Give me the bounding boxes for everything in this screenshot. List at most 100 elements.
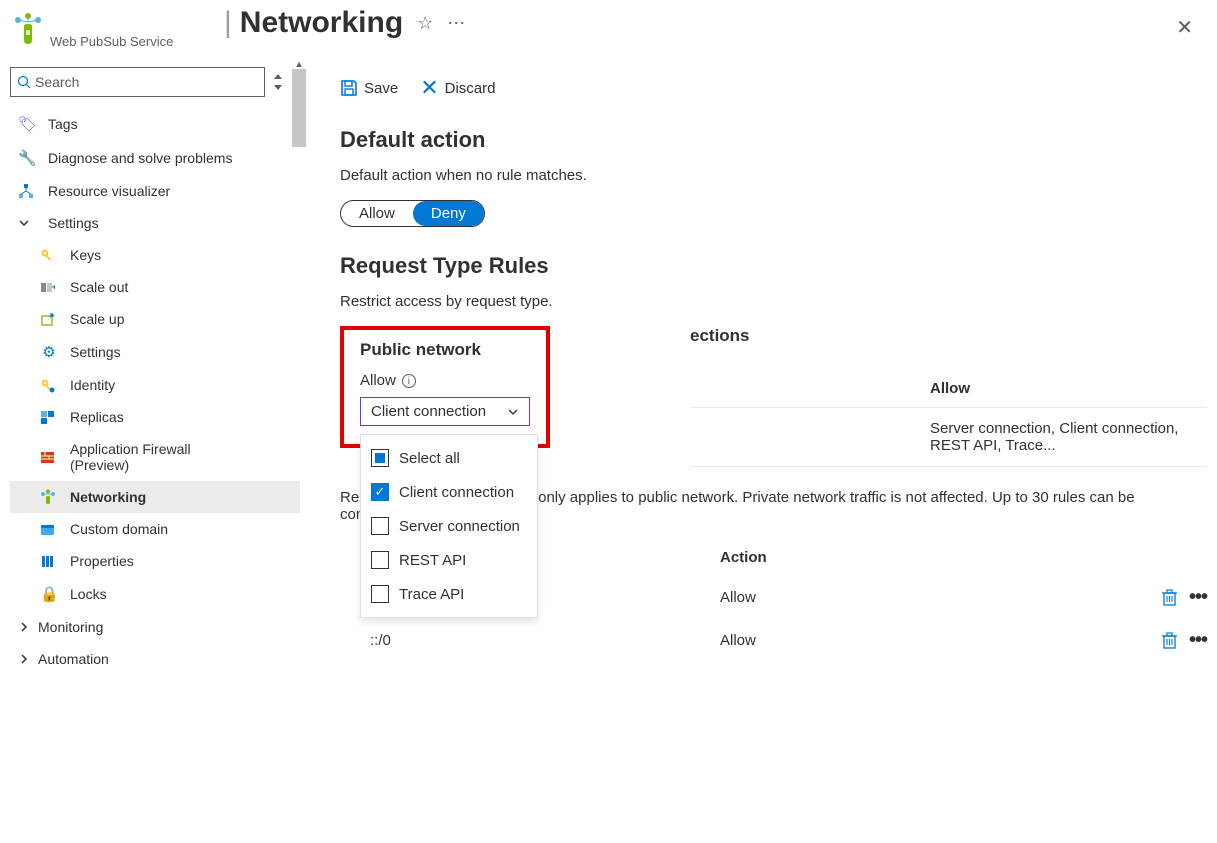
row-more-icon[interactable]: ••• (1189, 586, 1207, 609)
option-label: Trace API (399, 586, 464, 603)
action-cell: Allow (720, 632, 1127, 649)
dropdown-option-client[interactable]: ✓ Client connection (361, 475, 537, 509)
allow-request-type-dropdown[interactable]: Client connection (360, 397, 530, 426)
dropdown-option-server[interactable]: Server connection (361, 509, 537, 543)
allow-column-header: Allow (930, 380, 970, 397)
table-row: ::/0 Allow ••• (340, 619, 1207, 662)
sidebar-item-label: Automation (38, 651, 109, 667)
sidebar-scrollbar[interactable]: ▲ (292, 69, 306, 789)
sidebar-item-label: Properties (70, 553, 134, 569)
dropdown-option-rest[interactable]: REST API (361, 543, 537, 577)
row-more-icon[interactable]: ••• (1189, 629, 1207, 652)
gear-icon: ⚙ (40, 343, 58, 361)
allow-label: Allow (360, 372, 396, 389)
sidebar-item-label: Settings (48, 215, 99, 231)
sidebar-item-custom-domain[interactable]: Custom domain (10, 513, 300, 545)
checkbox-partial[interactable] (371, 449, 389, 467)
discard-icon: ✕ (420, 75, 438, 101)
public-network-panel: Public network Allow i Client connection (340, 326, 550, 448)
request-rules-desc: Restrict access by request type. (340, 293, 1207, 310)
domain-icon (40, 522, 58, 537)
sidebar-item-properties[interactable]: Properties (10, 545, 300, 577)
delete-row-icon[interactable] (1162, 589, 1177, 606)
sidebar-item-label: Application Firewall (Preview) (70, 441, 240, 473)
checkbox-checked[interactable]: ✓ (371, 483, 389, 501)
key-icon (40, 248, 58, 263)
search-input[interactable]: Search (10, 67, 265, 97)
default-action-toggle[interactable]: Allow Deny (340, 200, 485, 227)
tag-icon: 🏷 (18, 115, 36, 133)
chevron-down-icon (18, 217, 36, 229)
service-icon (10, 12, 46, 48)
action-cell: Allow (720, 589, 1127, 606)
option-label: Select all (399, 450, 460, 467)
sidebar-section-settings[interactable]: Settings (10, 207, 300, 239)
search-placeholder: Search (35, 74, 79, 90)
discard-button[interactable]: ✕ Discard (420, 75, 495, 101)
sidebar-item-label: Custom domain (70, 521, 168, 537)
request-rules-heading: Request Type Rules (340, 253, 1207, 279)
delete-row-icon[interactable] (1162, 632, 1177, 649)
sidebar-item-firewall[interactable]: Application Firewall (Preview) (10, 433, 300, 481)
sidebar-item-diagnose[interactable]: 🔧 Diagnose and solve problems (10, 141, 300, 175)
properties-icon (40, 554, 58, 569)
sidebar-item-settings[interactable]: ⚙ Settings (10, 335, 300, 369)
sort-icon[interactable] (273, 74, 283, 90)
save-icon (340, 79, 358, 97)
favorite-star-icon[interactable]: ☆ (417, 13, 433, 34)
option-label: REST API (399, 552, 466, 569)
chevron-right-icon (18, 621, 30, 633)
sidebar-item-label: Diagnose and solve problems (48, 150, 232, 166)
firewall-icon (40, 450, 58, 465)
save-label: Save (364, 80, 398, 97)
dropdown-option-select-all[interactable]: Select all (361, 441, 537, 475)
discard-label: Discard (445, 80, 496, 97)
sidebar-item-keys[interactable]: Keys (10, 239, 300, 271)
sidebar-item-scaleup[interactable]: Scale up (10, 303, 300, 335)
action-column-header: Action (720, 549, 1127, 566)
header-more-icon[interactable]: ⋯ (447, 13, 465, 34)
toggle-allow-option[interactable]: Allow (341, 201, 413, 226)
dropdown-selected-value: Client connection (371, 403, 486, 420)
pubsub-service-icon (10, 12, 46, 48)
sidebar-item-identity[interactable]: Identity (10, 369, 300, 401)
chevron-down-icon (507, 406, 519, 418)
info-icon[interactable]: i (402, 374, 416, 388)
sidebar-item-label: Networking (70, 489, 146, 505)
sidebar-section-automation[interactable]: Automation (10, 643, 300, 675)
sidebar: Search « 🏷 Tags 🔧 Diagnose and solve pro… (0, 57, 300, 685)
private-endpoint-block: ections Allow Server connection, Client … (690, 326, 1207, 467)
checkbox-unchecked[interactable] (371, 585, 389, 603)
private-endpoint-row: Server connection, Client connection, RE… (690, 408, 1207, 467)
checkbox-unchecked[interactable] (371, 551, 389, 569)
sidebar-item-locks[interactable]: 🔒 Locks (10, 577, 300, 611)
scroll-up-icon[interactable]: ▲ (292, 59, 306, 69)
private-endpoint-heading-partial: ections (690, 326, 1207, 346)
sidebar-item-tags[interactable]: 🏷 Tags (10, 107, 300, 141)
sidebar-item-visualizer[interactable]: Resource visualizer (10, 175, 300, 207)
default-action-desc: Default action when no rule matches. (340, 167, 1207, 184)
pe-allow-value: Server connection, Client connection, RE… (930, 420, 1207, 454)
sidebar-item-label: Locks (70, 586, 107, 602)
option-label: Server connection (399, 518, 520, 535)
default-action-heading: Default action (340, 127, 1207, 153)
public-network-heading: Public network (360, 340, 530, 360)
search-icon (17, 75, 31, 89)
toggle-deny-option[interactable]: Deny (413, 201, 484, 226)
command-bar: Save ✕ Discard (340, 67, 1207, 119)
sidebar-item-replicas[interactable]: Replicas (10, 401, 300, 433)
service-type-label: Web PubSub Service (50, 34, 1217, 49)
sidebar-item-label: Replicas (70, 409, 124, 425)
sidebar-section-monitoring[interactable]: Monitoring (10, 611, 300, 643)
wrench-icon: 🔧 (18, 149, 36, 167)
scale-out-icon (40, 280, 58, 295)
main-content: Save ✕ Discard Default action Default ac… (300, 57, 1217, 685)
checkbox-unchecked[interactable] (371, 517, 389, 535)
chevron-right-icon (18, 653, 30, 665)
scrollbar-thumb[interactable] (292, 69, 306, 147)
sidebar-item-scaleout[interactable]: Scale out (10, 271, 300, 303)
sidebar-item-label: Keys (70, 247, 101, 263)
dropdown-option-trace[interactable]: Trace API (361, 577, 537, 611)
save-button[interactable]: Save (340, 75, 398, 101)
sidebar-item-networking[interactable]: Networking (10, 481, 300, 513)
